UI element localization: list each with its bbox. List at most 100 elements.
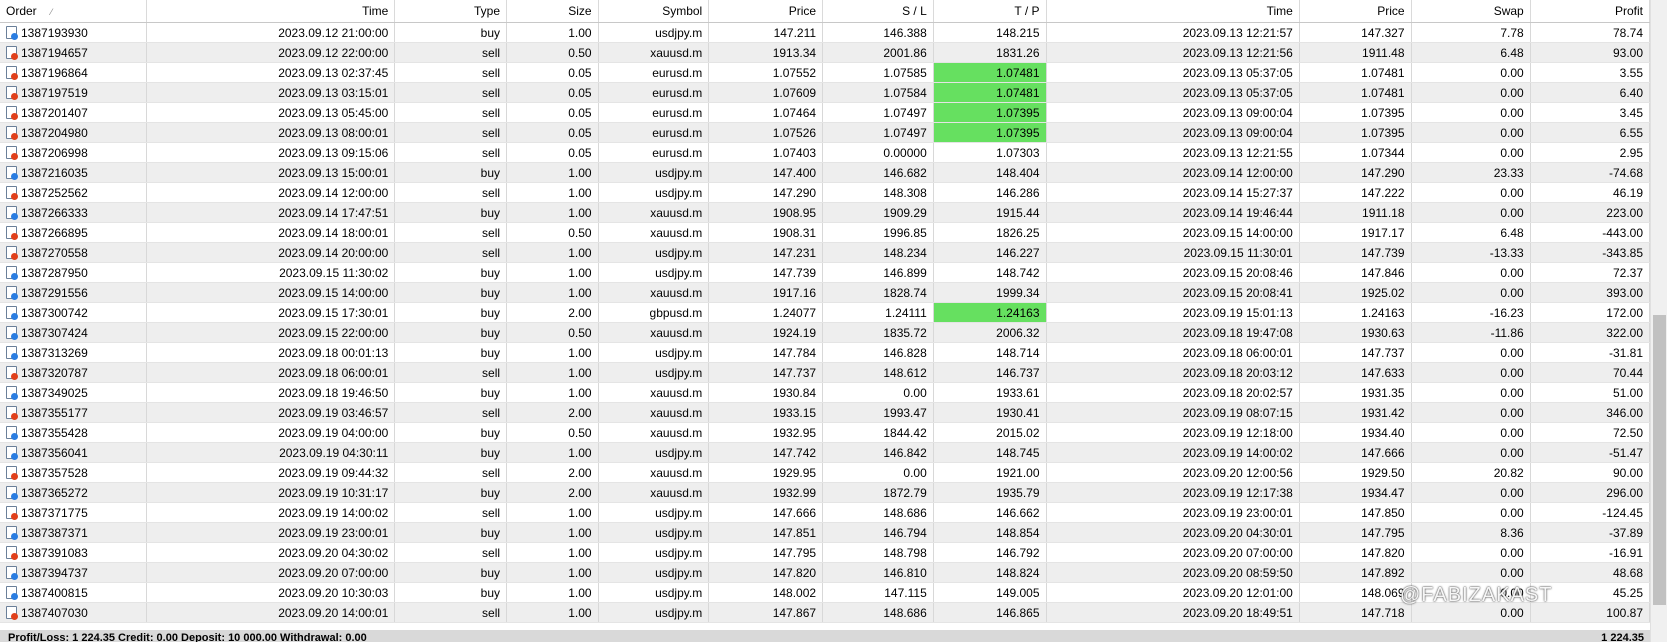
column-header-2[interactable]: Type: [394, 0, 508, 23]
cell-sl: 146.388: [822, 22, 934, 43]
cell-tp: 2015.02: [933, 422, 1047, 443]
table-row[interactable]: 1387320787 2023.09.18 06:00:01 sell 1.00 usd…: [0, 362, 1651, 383]
column-header-4[interactable]: Symbol: [598, 0, 710, 23]
table-row[interactable]: 1387394737 2023.09.20 07:00:00 buy 1.00 usdj…: [0, 562, 1651, 583]
cell-close-price: 1.07481: [1299, 82, 1412, 103]
table-row[interactable]: 1387287950 2023.09.15 11:30:02 buy 1.00 usdj…: [0, 262, 1651, 283]
cell-open-time: 2023.09.15 17:30:01: [146, 302, 396, 323]
cell-open-time: 2023.09.12 22:00:00: [146, 42, 396, 63]
sell-order-icon: [6, 246, 18, 260]
cell-open-time: 2023.09.14 20:00:00: [146, 242, 396, 263]
cell-symbol: xauusd.m: [598, 42, 710, 63]
table-row[interactable]: 1387391083 2023.09.20 04:30:02 sell 1.00 usd…: [0, 542, 1651, 563]
table-row[interactable]: 1387355428 2023.09.19 04:00:00 buy 0.50 xauu…: [0, 422, 1651, 443]
cell-symbol: xauusd.m: [598, 202, 710, 223]
vertical-scrollbar[interactable]: [1650, 0, 1667, 642]
column-header-3[interactable]: Size: [506, 0, 599, 23]
cell-symbol: xauusd.m: [598, 322, 710, 343]
table-row[interactable]: 1387270558 2023.09.14 20:00:00 sell 1.00 usd…: [0, 242, 1651, 263]
order-cell: 1387291556: [0, 282, 148, 303]
cell-close-time: 2023.09.19 08:07:15: [1046, 402, 1300, 423]
cell-type: buy: [394, 422, 508, 443]
table-row[interactable]: 1387313269 2023.09.18 00:01:13 buy 1.00 usdj…: [0, 342, 1651, 363]
cell-close-price: 1.07395: [1299, 102, 1412, 123]
table-row[interactable]: 1387196864 2023.09.13 02:37:45 sell 0.05 eur…: [0, 62, 1651, 83]
column-header-11[interactable]: Profit: [1530, 0, 1651, 23]
cell-profit: -443.00: [1530, 222, 1651, 243]
column-header-9[interactable]: Price: [1299, 0, 1412, 23]
table-row[interactable]: 1387197519 2023.09.13 03:15:01 sell 0.05 eur…: [0, 82, 1651, 103]
order-cell: 1387320787: [0, 362, 148, 383]
order-number: 1387197519: [21, 85, 88, 100]
table-row[interactable]: 1387216035 2023.09.13 15:00:01 buy 1.00 usdj…: [0, 162, 1651, 183]
table-row[interactable]: 1387193930 2023.09.12 21:00:00 buy 1.00 usdj…: [0, 22, 1651, 43]
column-header-1[interactable]: Time: [146, 0, 396, 23]
cell-close-price: 147.633: [1299, 362, 1412, 383]
buy-order-icon: [6, 446, 18, 460]
cell-price: 1.24077: [708, 302, 824, 323]
table-row[interactable]: 1387206998 2023.09.13 09:15:06 sell 0.05 eur…: [0, 142, 1651, 163]
table-row[interactable]: 1387371775 2023.09.19 14:00:02 sell 1.00 usd…: [0, 502, 1651, 523]
table-row[interactable]: 1387365272 2023.09.19 10:31:17 buy 2.00 xauu…: [0, 482, 1651, 503]
table-row[interactable]: 1387266333 2023.09.14 17:47:51 buy 1.00 xauu…: [0, 202, 1651, 223]
column-header-5[interactable]: Price: [708, 0, 824, 23]
cell-tp: 1915.44: [933, 202, 1047, 223]
cell-close-time: 2023.09.19 14:00:02: [1046, 442, 1300, 463]
table-row[interactable]: 1387194657 2023.09.12 22:00:00 sell 0.50 xau…: [0, 42, 1651, 63]
column-header-0[interactable]: Order ⁄: [0, 0, 148, 23]
cell-type: sell: [394, 122, 508, 143]
cell-type: sell: [394, 542, 508, 563]
cell-price: 1908.95: [708, 202, 824, 223]
table-row[interactable]: 1387204980 2023.09.13 08:00:01 sell 0.05 eur…: [0, 122, 1651, 143]
cell-price: 147.231: [708, 242, 824, 263]
cell-close-price: 147.290: [1299, 162, 1412, 183]
cell-swap: 0.00: [1411, 562, 1531, 583]
cell-size: 1.00: [506, 582, 599, 603]
table-row[interactable]: 1387357528 2023.09.19 09:44:32 sell 2.00 xau…: [0, 462, 1651, 483]
sort-indicator-icon: ⁄: [50, 7, 53, 17]
scrollbar-thumb[interactable]: [1653, 315, 1666, 605]
cell-sl: 1.07585: [822, 62, 934, 83]
column-header-8[interactable]: Time: [1046, 0, 1300, 23]
order-cell: 1387266333: [0, 202, 148, 223]
column-header-7[interactable]: T / P: [933, 0, 1047, 23]
cell-swap: 0.00: [1411, 342, 1531, 363]
cell-profit: 51.00: [1530, 382, 1651, 403]
table-row[interactable]: 1387387371 2023.09.19 23:00:01 buy 1.00 usdj…: [0, 522, 1651, 543]
order-cell: 1387204980: [0, 122, 148, 143]
cell-symbol: eurusd.m: [598, 122, 710, 143]
cell-sl: 148.686: [822, 602, 934, 623]
cell-profit: 346.00: [1530, 402, 1651, 423]
table-row[interactable]: 1387300742 2023.09.15 17:30:01 buy 2.00 gbpu…: [0, 302, 1651, 323]
cell-symbol: usdjpy.m: [598, 22, 710, 43]
cell-swap: 0.00: [1411, 82, 1531, 103]
table-row[interactable]: 1387355177 2023.09.19 03:46:57 sell 2.00 xau…: [0, 402, 1651, 423]
column-header-10[interactable]: Swap: [1411, 0, 1531, 23]
table-row[interactable]: 1387266895 2023.09.14 18:00:01 sell 0.50 xau…: [0, 222, 1651, 243]
cell-type: buy: [394, 162, 508, 183]
cell-size: 0.05: [506, 122, 599, 143]
cell-close-price: 147.718: [1299, 602, 1412, 623]
cell-type: buy: [394, 322, 508, 343]
cell-swap: 0.00: [1411, 402, 1531, 423]
cell-price: 1908.31: [708, 222, 824, 243]
order-number: 1387300742: [21, 305, 88, 320]
table-row[interactable]: 1387356041 2023.09.19 04:30:11 buy 1.00 usdj…: [0, 442, 1651, 463]
cell-symbol: usdjpy.m: [598, 502, 710, 523]
cell-sl: 1828.74: [822, 282, 934, 303]
cell-symbol: usdjpy.m: [598, 242, 710, 263]
order-number: 1387355177: [21, 405, 88, 420]
table-row[interactable]: 1387252562 2023.09.14 12:00:00 sell 1.00 usd…: [0, 182, 1651, 203]
table-row[interactable]: 1387349025 2023.09.18 19:46:50 buy 1.00 xauu…: [0, 382, 1651, 403]
cell-size: 2.00: [506, 482, 599, 503]
cell-close-price: 1931.35: [1299, 382, 1412, 403]
cell-type: sell: [394, 182, 508, 203]
column-header-6[interactable]: S / L: [822, 0, 934, 23]
cell-close-time: 2023.09.18 20:03:12: [1046, 362, 1300, 383]
table-row[interactable]: 1387307424 2023.09.15 22:00:00 buy 0.50 xauu…: [0, 322, 1651, 343]
order-number: 1387355428: [21, 425, 88, 440]
table-row[interactable]: 1387201407 2023.09.13 05:45:00 sell 0.05 eur…: [0, 102, 1651, 123]
table-row[interactable]: 1387291556 2023.09.15 14:00:00 buy 1.00 xauu…: [0, 282, 1651, 303]
order-cell: 1387201407: [0, 102, 148, 123]
cell-tp: 1826.25: [933, 222, 1047, 243]
